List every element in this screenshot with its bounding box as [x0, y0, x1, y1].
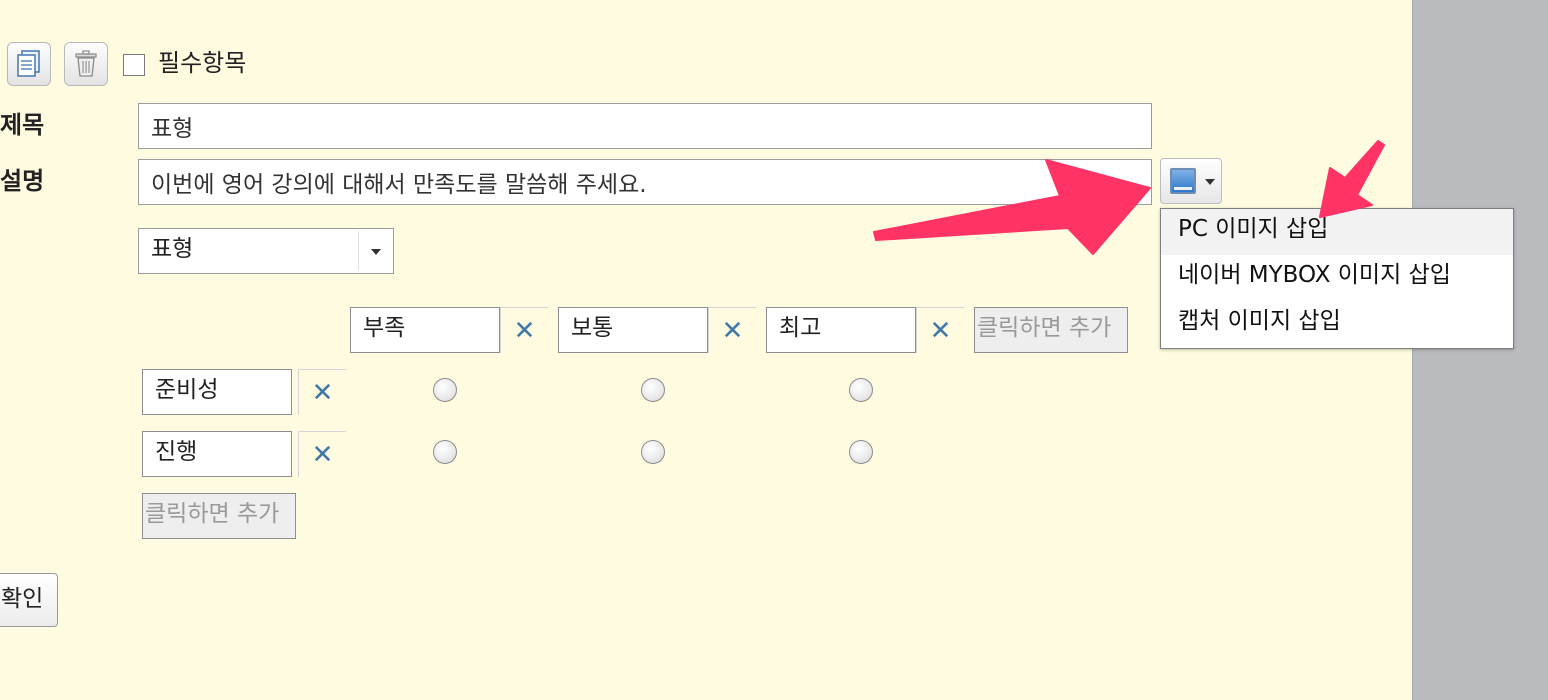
remove-column-3-icon[interactable]: ✕	[916, 307, 964, 353]
radio-row2-col2[interactable]	[641, 440, 665, 464]
annotation-arrow-to-menu-item	[1319, 140, 1385, 218]
radio-row1-col1[interactable]	[433, 378, 457, 402]
trash-icon	[75, 50, 97, 77]
radio-row1-col2[interactable]	[641, 378, 665, 402]
chevron-down-icon	[371, 249, 381, 255]
confirm-button[interactable]: 확인	[0, 573, 58, 627]
row-label-1[interactable]: 준비성	[142, 369, 292, 415]
menu-item-capture-image[interactable]: 캡처 이미지 삽입	[1161, 301, 1513, 347]
required-label: 필수항목	[158, 49, 247, 77]
add-row-button[interactable]: 클릭하면 추가	[142, 493, 296, 539]
remove-column-2-icon[interactable]: ✕	[708, 307, 756, 353]
menu-item-mybox-image[interactable]: 네이버 MYBOX 이미지 삽입	[1161, 255, 1513, 301]
chevron-down-icon	[1205, 179, 1215, 185]
side-panel	[1412, 0, 1548, 700]
radio-row1-col3[interactable]	[849, 378, 873, 402]
description-input[interactable]	[138, 159, 1152, 205]
radio-row2-col3[interactable]	[849, 440, 873, 464]
select-divider	[358, 231, 359, 271]
radio-row2-col1[interactable]	[433, 440, 457, 464]
question-type-select[interactable]: 표형	[138, 228, 394, 274]
copy-icon	[17, 50, 40, 77]
remove-row-2-icon[interactable]: ✕	[298, 431, 346, 477]
copy-button[interactable]	[7, 42, 51, 86]
image-icon	[1170, 168, 1196, 194]
column-header-2[interactable]: 보통	[558, 307, 708, 353]
row-label-2[interactable]: 진행	[142, 431, 292, 477]
delete-button[interactable]	[64, 42, 108, 86]
description-label: 설명	[0, 167, 45, 195]
question-type-value: 표형	[151, 236, 194, 262]
column-header-1[interactable]: 부족	[350, 307, 500, 353]
required-checkbox[interactable]	[123, 54, 145, 76]
remove-row-1-icon[interactable]: ✕	[298, 369, 346, 415]
column-header-3[interactable]: 최고	[766, 307, 916, 353]
title-input[interactable]	[138, 103, 1152, 149]
add-column-button[interactable]: 클릭하면 추가	[974, 307, 1128, 353]
image-insert-menu: PC 이미지 삽입 네이버 MYBOX 이미지 삽입 캡처 이미지 삽입	[1160, 208, 1514, 349]
menu-item-pc-image[interactable]: PC 이미지 삽입	[1161, 209, 1513, 255]
remove-column-1-icon[interactable]: ✕	[500, 307, 548, 353]
title-label: 제목	[0, 111, 45, 139]
insert-image-button[interactable]	[1160, 158, 1222, 204]
